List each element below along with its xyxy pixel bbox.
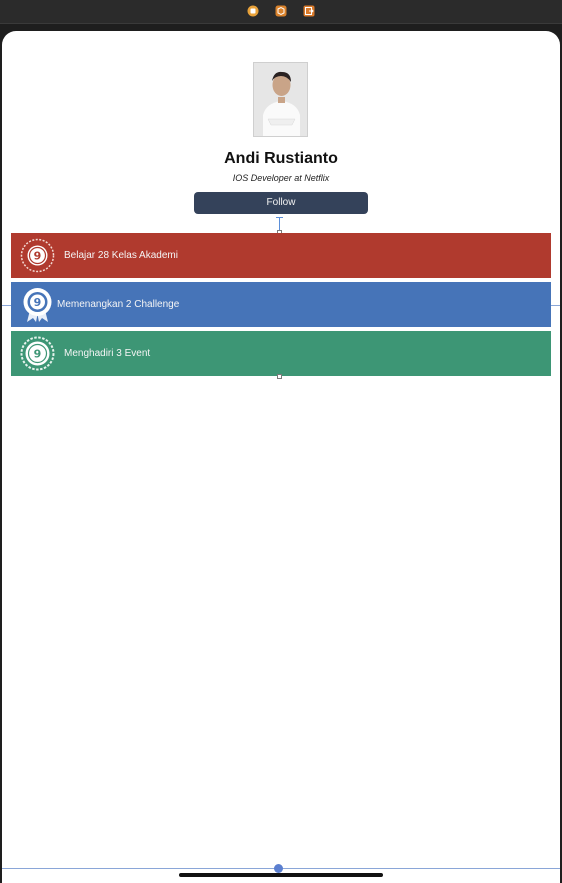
- exit-icon[interactable]: [303, 5, 315, 17]
- follow-button[interactable]: Follow: [194, 192, 368, 214]
- badge-number: 9: [34, 250, 42, 263]
- profile-name: Andi Rustianto: [224, 150, 338, 167]
- first-responder-icon[interactable]: [275, 5, 287, 17]
- laurel-badge-icon: 9: [19, 237, 56, 274]
- achievement-row-challenges[interactable]: 9 Memenangkan 2 Challenge: [11, 282, 551, 327]
- profile-photo: [253, 62, 308, 137]
- ribbon-badge-icon: 9: [19, 286, 56, 323]
- view-controller-icon[interactable]: [247, 5, 259, 17]
- storyboard-scene-toolbar: [0, 0, 562, 24]
- resize-handle-bottom[interactable]: [277, 374, 282, 379]
- gear-badge-icon: 9: [19, 335, 56, 372]
- profile-role: IOS Developer at Netflix: [232, 173, 330, 183]
- achievement-label: Memenangkan 2 Challenge: [57, 299, 180, 310]
- achievement-row-courses[interactable]: 9 Belajar 28 Kelas Akademi: [11, 233, 551, 278]
- view-controller-scene: Andi Rustianto IOS Developer at Netflix …: [2, 31, 560, 883]
- badge-number: 9: [34, 296, 42, 309]
- home-indicator: [179, 873, 383, 877]
- achievement-label: Belajar 28 Kelas Akademi: [64, 250, 178, 261]
- achievement-label: Menghadiri 3 Event: [64, 348, 151, 359]
- vertical-constraint: [279, 217, 280, 230]
- safe-area-handle[interactable]: [274, 864, 283, 873]
- leading-constraint: [2, 305, 11, 306]
- trailing-constraint: [551, 305, 560, 306]
- badge-number: 9: [34, 348, 42, 361]
- achievement-row-events[interactable]: 9 Menghadiri 3 Event: [11, 331, 551, 376]
